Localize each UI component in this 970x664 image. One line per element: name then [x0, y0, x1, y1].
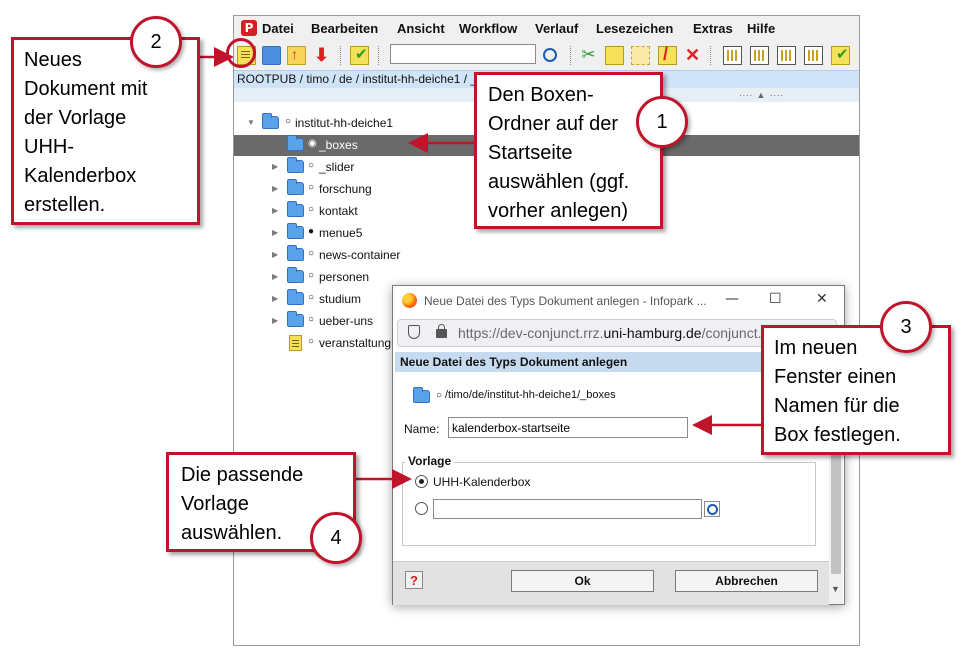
step-badge-1: 1 — [636, 96, 688, 148]
step-badge-3: 3 — [880, 301, 932, 353]
step-badge-4: 4 — [310, 512, 362, 564]
step-badge-2: 2 — [130, 16, 182, 68]
highlight-ring-new-document — [226, 38, 256, 68]
annotation-step2: Neues Dokument mit der Vorlage UHH- Kale… — [11, 37, 200, 225]
annotation-step1: Den Boxen- Ordner auf der Startseite aus… — [474, 72, 663, 229]
